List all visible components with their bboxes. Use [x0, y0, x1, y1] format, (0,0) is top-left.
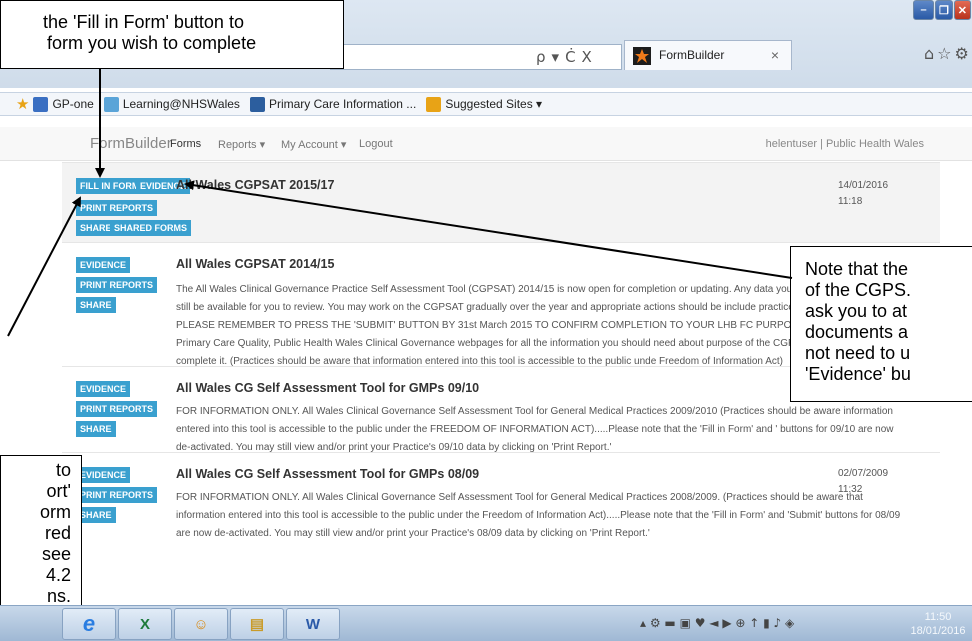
- primary-care-icon: [249, 96, 265, 112]
- clock-date: 18/01/2016: [910, 625, 966, 637]
- callout-line: documents a: [805, 322, 909, 342]
- callout-line: 'Evidence' bu: [805, 364, 911, 384]
- app-navbar: FormBuilder Forms Reports ▾ My Account ▾…: [0, 127, 972, 161]
- nav-logout[interactable]: Logout: [359, 138, 393, 150]
- maximize-button[interactable]: ❐: [935, 0, 953, 20]
- callout-line: not need to u: [805, 343, 911, 363]
- form-title[interactable]: All Wales CGPSAT 2014/15: [176, 257, 334, 271]
- share-button[interactable]: SHARE: [76, 421, 116, 437]
- windows-taskbar: e X ☺ ▤ W ▴ ⚙ ▬ ▣ ♥ ◄ ▶ ⊕ ↑ ▮ ♪ ◈ 11:50 …: [0, 605, 972, 641]
- browser-tab[interactable]: FormBuilder ×: [624, 40, 792, 70]
- evidence-button[interactable]: EVIDENCE: [76, 381, 131, 397]
- print-reports-button[interactable]: PRINT REPORTS: [76, 487, 158, 503]
- form-time: 11:32: [838, 484, 863, 495]
- favorite-label: Learning@NHSWales: [122, 97, 240, 111]
- home-favorites-tools-icons[interactable]: ⌂☆⚙: [924, 44, 972, 63]
- callout-line: red: [44, 523, 71, 543]
- taskbar-clock[interactable]: 11:50 18/01/2016: [906, 610, 970, 638]
- callout-line: the 'Fill in Form' button to: [43, 12, 244, 32]
- callout-line: ort': [46, 481, 71, 501]
- user-info: helentuser | Public Health Wales: [765, 138, 924, 150]
- evidence-button[interactable]: EVIDENCE: [76, 257, 131, 273]
- window-controls: – ❐ ✕: [913, 0, 972, 22]
- excel-icon[interactable]: X: [118, 608, 172, 640]
- print-reports-button[interactable]: PRINT REPORTS: [76, 401, 158, 417]
- favorites-star-icon[interactable]: ★: [16, 96, 29, 112]
- form-title[interactable]: All Wales CGPSAT 2015/17: [176, 178, 334, 192]
- dropdown-icon[interactable]: ▾: [552, 48, 560, 66]
- search-icon[interactable]: ρ: [536, 48, 546, 66]
- internet-explorer-icon[interactable]: e: [62, 608, 116, 640]
- print-reports-button[interactable]: PRINT REPORTS: [76, 277, 158, 293]
- favorite-label: Suggested Sites ▾: [445, 97, 543, 111]
- favorite-label: GP-one: [52, 97, 94, 111]
- stop-icon[interactable]: X: [582, 48, 592, 66]
- refresh-icon[interactable]: Ċ: [565, 48, 575, 66]
- nav-reports[interactable]: Reports ▾: [218, 138, 265, 151]
- callout-line: see: [41, 544, 71, 564]
- form-description: FOR INFORMATION ONLY. All Wales Clinical…: [176, 406, 894, 453]
- shared-forms-button[interactable]: SHARED FORMS: [110, 220, 192, 236]
- callout-line: ns.: [46, 586, 71, 606]
- fill-in-form-button[interactable]: FILL IN FORM: [76, 178, 144, 194]
- form-description: FOR INFORMATION ONLY. All Wales Clinical…: [176, 492, 901, 539]
- form-row: FILL IN FORM EVIDENCE PRINT REPORTS SHAR…: [62, 162, 940, 242]
- nav-forms[interactable]: Forms: [170, 138, 201, 150]
- clock-time: 11:50: [924, 611, 952, 623]
- form-time: 11:18: [838, 196, 863, 207]
- print-reports-button[interactable]: PRINT REPORTS: [76, 200, 158, 216]
- brand-logo[interactable]: FormBuilder: [90, 135, 172, 152]
- callout-line: orm: [40, 502, 71, 522]
- callout-line: form you wish to complete: [47, 33, 257, 53]
- word-icon[interactable]: W: [286, 608, 340, 640]
- favorite-primary-care-information[interactable]: Primary Care Information ...: [249, 96, 417, 112]
- address-tools: ρ ▾ Ċ X: [536, 46, 620, 68]
- file-explorer-icon[interactable]: ▤: [230, 608, 284, 640]
- minimize-button[interactable]: –: [913, 0, 935, 20]
- form-title[interactable]: All Wales CG Self Assessment Tool for GM…: [176, 381, 479, 395]
- tab-title: FormBuilder: [659, 48, 725, 62]
- bing-icon: [426, 96, 442, 112]
- favorites-bar: ★ GP-one Learning@NHSWales Primary Care …: [0, 92, 972, 116]
- callout-line: ask you to at: [805, 301, 908, 321]
- gp-one-icon: [33, 96, 49, 112]
- callout-line: to: [55, 460, 71, 480]
- callout-line: 4.2: [45, 565, 71, 585]
- close-window-button[interactable]: ✕: [953, 0, 972, 20]
- outlook-icon[interactable]: ☺: [174, 608, 228, 640]
- callout-line: Note that the: [805, 259, 909, 279]
- favorite-gp-one[interactable]: GP-one: [33, 96, 94, 112]
- ie-page-icon: [103, 96, 119, 112]
- form-row: EVIDENCE PRINT REPORTS SHARE All Wales C…: [62, 452, 940, 542]
- callout-evidence-note: Note that the of the CGPS. ask you to at…: [790, 246, 972, 402]
- favorite-label: Primary Care Information ...: [268, 97, 417, 111]
- callout-line: of the CGPS.: [805, 280, 912, 300]
- tab-close-icon[interactable]: ×: [771, 47, 779, 63]
- system-tray[interactable]: ▴ ⚙ ▬ ▣ ♥ ◄ ▶ ⊕ ↑ ▮ ♪ ◈: [640, 616, 794, 630]
- nav-my-account[interactable]: My Account ▾: [281, 138, 346, 151]
- form-title[interactable]: All Wales CG Self Assessment Tool for GM…: [176, 467, 479, 481]
- favorite-suggested-sites[interactable]: Suggested Sites ▾: [426, 96, 543, 112]
- callout-fill-in-form: the 'Fill in Form' button to form you wi…: [0, 0, 344, 69]
- share-button[interactable]: SHARE: [76, 297, 116, 313]
- favorite-learning-nhs-wales[interactable]: Learning@NHSWales: [103, 96, 240, 112]
- formbuilder-favicon-icon: [633, 47, 651, 65]
- evidence-button[interactable]: EVIDENCE: [76, 467, 131, 483]
